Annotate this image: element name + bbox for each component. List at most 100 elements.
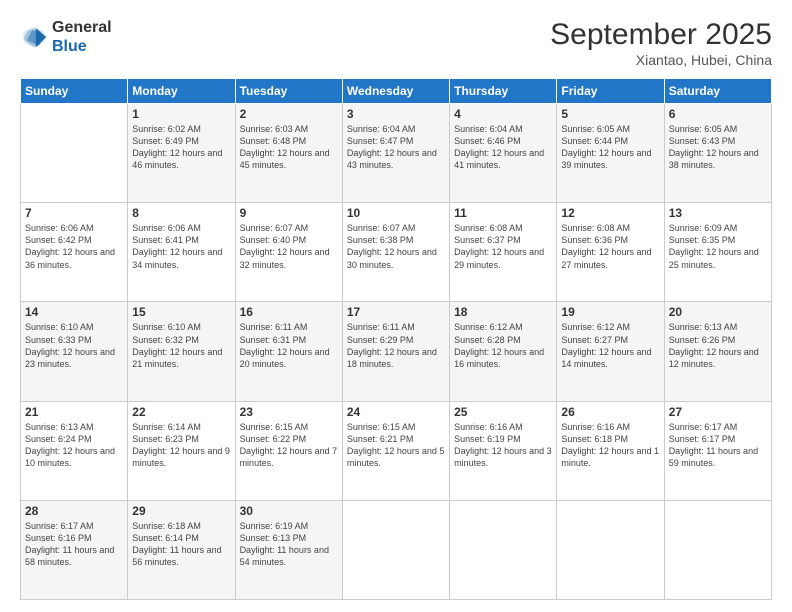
day-info: Sunrise: 6:07 AMSunset: 6:38 PMDaylight:… — [347, 222, 445, 271]
day-cell: 20 Sunrise: 6:13 AMSunset: 6:26 PMDayligh… — [664, 302, 771, 401]
day-number: 1 — [132, 107, 230, 121]
day-cell: 27 Sunrise: 6:17 AMSunset: 6:17 PMDayligh… — [664, 401, 771, 500]
day-info: Sunrise: 6:17 AMSunset: 6:16 PMDaylight:… — [25, 520, 123, 569]
day-cell — [557, 500, 664, 599]
day-cell: 30 Sunrise: 6:19 AMSunset: 6:13 PMDayligh… — [235, 500, 342, 599]
page: General Blue September 2025 Xiantao, Hub… — [0, 0, 792, 612]
day-number: 23 — [240, 405, 338, 419]
weekday-header-monday: Monday — [128, 79, 235, 104]
day-cell: 3 Sunrise: 6:04 AMSunset: 6:47 PMDaylight… — [342, 104, 449, 203]
logo: General Blue — [20, 18, 112, 56]
day-number: 15 — [132, 305, 230, 319]
day-info: Sunrise: 6:16 AMSunset: 6:18 PMDaylight:… — [561, 421, 659, 470]
day-cell: 7 Sunrise: 6:06 AMSunset: 6:42 PMDaylight… — [21, 203, 128, 302]
day-cell: 6Sunrise: 6:05 AMSunset: 6:43 PMDaylight… — [664, 104, 771, 203]
day-number: 29 — [132, 504, 230, 518]
day-cell: 10 Sunrise: 6:07 AMSunset: 6:38 PMDayligh… — [342, 203, 449, 302]
day-info: Sunrise: 6:03 AMSunset: 6:48 PMDaylight:… — [240, 123, 338, 172]
logo-general: General — [52, 19, 112, 36]
day-info: Sunrise: 6:17 AMSunset: 6:17 PMDaylight:… — [669, 421, 767, 470]
weekday-row: SundayMondayTuesdayWednesdayThursdayFrid… — [21, 79, 772, 104]
day-number: 12 — [561, 206, 659, 220]
day-cell: 12 Sunrise: 6:08 AMSunset: 6:36 PMDayligh… — [557, 203, 664, 302]
day-cell: 5 Sunrise: 6:05 AMSunset: 6:44 PMDaylight… — [557, 104, 664, 203]
weekday-header-thursday: Thursday — [450, 79, 557, 104]
day-cell: 8 Sunrise: 6:06 AMSunset: 6:41 PMDaylight… — [128, 203, 235, 302]
day-info: Sunrise: 6:12 AMSunset: 6:28 PMDaylight:… — [454, 321, 552, 370]
day-info: Sunrise: 6:06 AMSunset: 6:41 PMDaylight:… — [132, 222, 230, 271]
day-info: Sunrise: 6:05 AMSunset: 6:44 PMDaylight:… — [561, 123, 659, 172]
day-number: 27 — [669, 405, 767, 419]
day-number: 20 — [669, 305, 767, 319]
day-cell: 11 Sunrise: 6:08 AMSunset: 6:37 PMDayligh… — [450, 203, 557, 302]
day-cell: 1 Sunrise: 6:02 AMSunset: 6:49 PMDaylight… — [128, 104, 235, 203]
day-info: Sunrise: 6:13 AMSunset: 6:26 PMDaylight:… — [669, 321, 767, 370]
week-row-5: 28 Sunrise: 6:17 AMSunset: 6:16 PMDayligh… — [21, 500, 772, 599]
logo-text: General Blue — [52, 18, 112, 56]
day-info: Sunrise: 6:14 AMSunset: 6:23 PMDaylight:… — [132, 421, 230, 470]
day-cell — [342, 500, 449, 599]
day-cell: 13Sunrise: 6:09 AMSunset: 6:35 PMDayligh… — [664, 203, 771, 302]
day-number: 9 — [240, 206, 338, 220]
title-block: September 2025 Xiantao, Hubei, China — [550, 18, 772, 68]
day-cell: 28 Sunrise: 6:17 AMSunset: 6:16 PMDayligh… — [21, 500, 128, 599]
week-row-2: 7 Sunrise: 6:06 AMSunset: 6:42 PMDaylight… — [21, 203, 772, 302]
day-number: 17 — [347, 305, 445, 319]
day-cell: 26Sunrise: 6:16 AMSunset: 6:18 PMDayligh… — [557, 401, 664, 500]
day-cell: 14Sunrise: 6:10 AMSunset: 6:33 PMDayligh… — [21, 302, 128, 401]
day-info: Sunrise: 6:04 AMSunset: 6:47 PMDaylight:… — [347, 123, 445, 172]
day-number: 10 — [347, 206, 445, 220]
day-cell: 21 Sunrise: 6:13 AMSunset: 6:24 PMDayligh… — [21, 401, 128, 500]
day-cell: 29Sunrise: 6:18 AMSunset: 6:14 PMDayligh… — [128, 500, 235, 599]
day-info: Sunrise: 6:06 AMSunset: 6:42 PMDaylight:… — [25, 222, 123, 271]
day-number: 11 — [454, 206, 552, 220]
day-cell — [450, 500, 557, 599]
weekday-header-sunday: Sunday — [21, 79, 128, 104]
day-info: Sunrise: 6:02 AMSunset: 6:49 PMDaylight:… — [132, 123, 230, 172]
day-number: 8 — [132, 206, 230, 220]
day-cell: 24 Sunrise: 6:15 AMSunset: 6:21 PMDayligh… — [342, 401, 449, 500]
day-cell: 23 Sunrise: 6:15 AMSunset: 6:22 PMDayligh… — [235, 401, 342, 500]
day-cell: 15 Sunrise: 6:10 AMSunset: 6:32 PMDayligh… — [128, 302, 235, 401]
day-number: 25 — [454, 405, 552, 419]
day-info: Sunrise: 6:13 AMSunset: 6:24 PMDaylight:… — [25, 421, 123, 470]
logo-icon — [20, 23, 48, 51]
day-info: Sunrise: 6:08 AMSunset: 6:36 PMDaylight:… — [561, 222, 659, 271]
day-number: 22 — [132, 405, 230, 419]
calendar-body: 1 Sunrise: 6:02 AMSunset: 6:49 PMDaylight… — [21, 104, 772, 600]
day-number: 6 — [669, 107, 767, 121]
logo-blue: Blue — [52, 38, 87, 55]
day-number: 3 — [347, 107, 445, 121]
day-cell: 22 Sunrise: 6:14 AMSunset: 6:23 PMDayligh… — [128, 401, 235, 500]
day-info: Sunrise: 6:11 AMSunset: 6:31 PMDaylight:… — [240, 321, 338, 370]
day-info: Sunrise: 6:19 AMSunset: 6:13 PMDaylight:… — [240, 520, 338, 569]
day-info: Sunrise: 6:07 AMSunset: 6:40 PMDaylight:… — [240, 222, 338, 271]
day-cell: 18Sunrise: 6:12 AMSunset: 6:28 PMDayligh… — [450, 302, 557, 401]
day-number: 24 — [347, 405, 445, 419]
week-row-1: 1 Sunrise: 6:02 AMSunset: 6:49 PMDaylight… — [21, 104, 772, 203]
day-number: 4 — [454, 107, 552, 121]
day-number: 19 — [561, 305, 659, 319]
calendar-header: SundayMondayTuesdayWednesdayThursdayFrid… — [21, 79, 772, 104]
day-info: Sunrise: 6:11 AMSunset: 6:29 PMDaylight:… — [347, 321, 445, 370]
day-cell: 2Sunrise: 6:03 AMSunset: 6:48 PMDaylight… — [235, 104, 342, 203]
day-cell: 9 Sunrise: 6:07 AMSunset: 6:40 PMDaylight… — [235, 203, 342, 302]
location: Xiantao, Hubei, China — [550, 52, 772, 68]
day-number: 13 — [669, 206, 767, 220]
day-info: Sunrise: 6:15 AMSunset: 6:22 PMDaylight:… — [240, 421, 338, 470]
day-number: 28 — [25, 504, 123, 518]
day-cell: 16Sunrise: 6:11 AMSunset: 6:31 PMDayligh… — [235, 302, 342, 401]
calendar-table: SundayMondayTuesdayWednesdayThursdayFrid… — [20, 78, 772, 600]
week-row-4: 21 Sunrise: 6:13 AMSunset: 6:24 PMDayligh… — [21, 401, 772, 500]
day-info: Sunrise: 6:08 AMSunset: 6:37 PMDaylight:… — [454, 222, 552, 271]
day-number: 21 — [25, 405, 123, 419]
day-info: Sunrise: 6:10 AMSunset: 6:32 PMDaylight:… — [132, 321, 230, 370]
day-info: Sunrise: 6:04 AMSunset: 6:46 PMDaylight:… — [454, 123, 552, 172]
day-info: Sunrise: 6:10 AMSunset: 6:33 PMDaylight:… — [25, 321, 123, 370]
day-info: Sunrise: 6:12 AMSunset: 6:27 PMDaylight:… — [561, 321, 659, 370]
day-number: 5 — [561, 107, 659, 121]
day-number: 7 — [25, 206, 123, 220]
day-info: Sunrise: 6:15 AMSunset: 6:21 PMDaylight:… — [347, 421, 445, 470]
day-number: 30 — [240, 504, 338, 518]
weekday-header-saturday: Saturday — [664, 79, 771, 104]
